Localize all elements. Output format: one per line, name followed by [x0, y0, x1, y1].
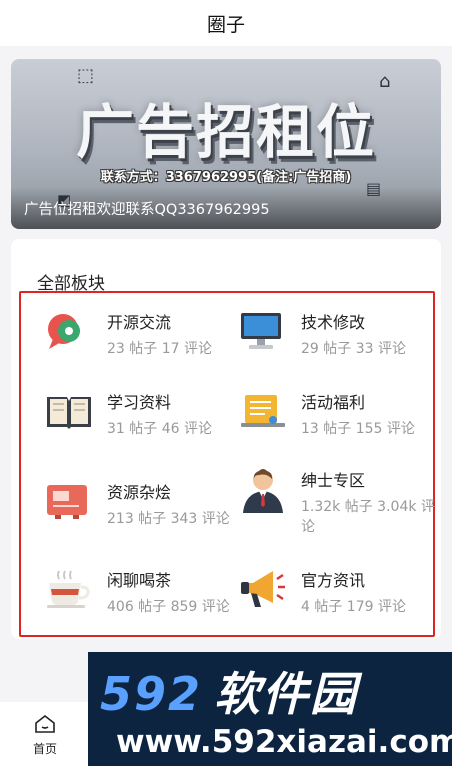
forum-item-resources[interactable]: 资源杂烩 213 帖子 343 评论 — [45, 479, 245, 539]
megaphone-icon — [241, 571, 285, 607]
forum-stats: 23 帖子 17 评论 — [107, 341, 212, 357]
page-title: 圈子 — [206, 13, 245, 36]
forum-stats: 29 帖子 33 评论 — [301, 341, 406, 357]
monitor-icon — [241, 313, 281, 349]
notepad-icon — [241, 395, 285, 427]
forum-stats: 1.32k 帖子 3.04k 评论 — [301, 499, 435, 535]
ticket-card-icon — [47, 485, 87, 519]
chat-bubbles-icon — [48, 314, 80, 349]
forum-name: 活动福利 — [301, 393, 366, 412]
home-icon — [35, 714, 55, 733]
nav-home-label: 首页 — [32, 742, 57, 756]
open-book-icon — [47, 397, 91, 429]
forum-item-official-news[interactable]: 官方资讯 4 帖子 179 评论 — [239, 567, 439, 627]
forum-stats: 213 帖子 343 评论 — [107, 511, 230, 527]
forum-stats: 406 帖子 859 评论 — [107, 599, 230, 615]
forum-name: 绅士专区 — [301, 471, 366, 490]
watermark-brand: 592 软件园 — [100, 658, 358, 724]
banner-caption: 广告位招租欢迎联系QQ3367962995 — [24, 202, 270, 218]
forum-item-study-materials[interactable]: 学习资料 31 帖子 46 评论 — [45, 389, 245, 449]
watermark-number: 592 — [100, 667, 203, 721]
forum-stats: 4 帖子 179 评论 — [301, 599, 406, 615]
forum-stats: 13 帖子 155 评论 — [301, 421, 415, 437]
gentleman-icon — [243, 469, 283, 513]
watermark-logo: 592 软件园 www.592xiazai.com — [88, 652, 452, 766]
forum-name: 学习资料 — [107, 393, 172, 412]
forum-name: 技术修改 — [301, 313, 366, 332]
forum-item-gentlemen[interactable]: 绅士专区 1.32k 帖子 3.04k 评论 — [239, 467, 439, 535]
forum-item-tech-mods[interactable]: 技术修改 29 帖子 33 评论 — [239, 309, 439, 369]
forum-section-card: 全部板块 开源交流 23 帖子 17 评论 技术修改 29 帖子 33 评论 学… — [11, 239, 441, 639]
nav-home-tab[interactable]: 首页 — [22, 714, 68, 762]
share-icon: ⬚ — [77, 65, 95, 86]
forum-name: 闲聊喝茶 — [107, 571, 172, 590]
forum-name: 开源交流 — [107, 313, 172, 332]
forum-name: 官方资讯 — [301, 571, 366, 590]
banner-contact: 联系方式：3367962995(备注:广告招商) — [100, 170, 352, 185]
forum-item-open-source[interactable]: 开源交流 23 帖子 17 评论 — [45, 309, 245, 369]
ad-banner[interactable]: ⬚ ⌂ ▤ ◩ 广告招租位 联系方式：3367962995(备注:广告招商) 广… — [11, 59, 441, 229]
tea-cup-icon — [47, 570, 90, 608]
watermark-chinese: 软件园 — [214, 667, 359, 721]
watermark-url: www.592xiazai.com — [116, 724, 452, 760]
forum-item-events-benefits[interactable]: 活动福利 13 帖子 155 评论 — [239, 389, 439, 449]
forum-stats: 31 帖子 46 评论 — [107, 421, 212, 437]
banner-headline: 广告招租位 — [75, 98, 376, 166]
forum-name: 资源杂烩 — [107, 483, 172, 502]
forum-item-tea-chat[interactable]: 闲聊喝茶 406 帖子 859 评论 — [45, 567, 245, 627]
top-bar: 圈子 — [0, 0, 452, 46]
